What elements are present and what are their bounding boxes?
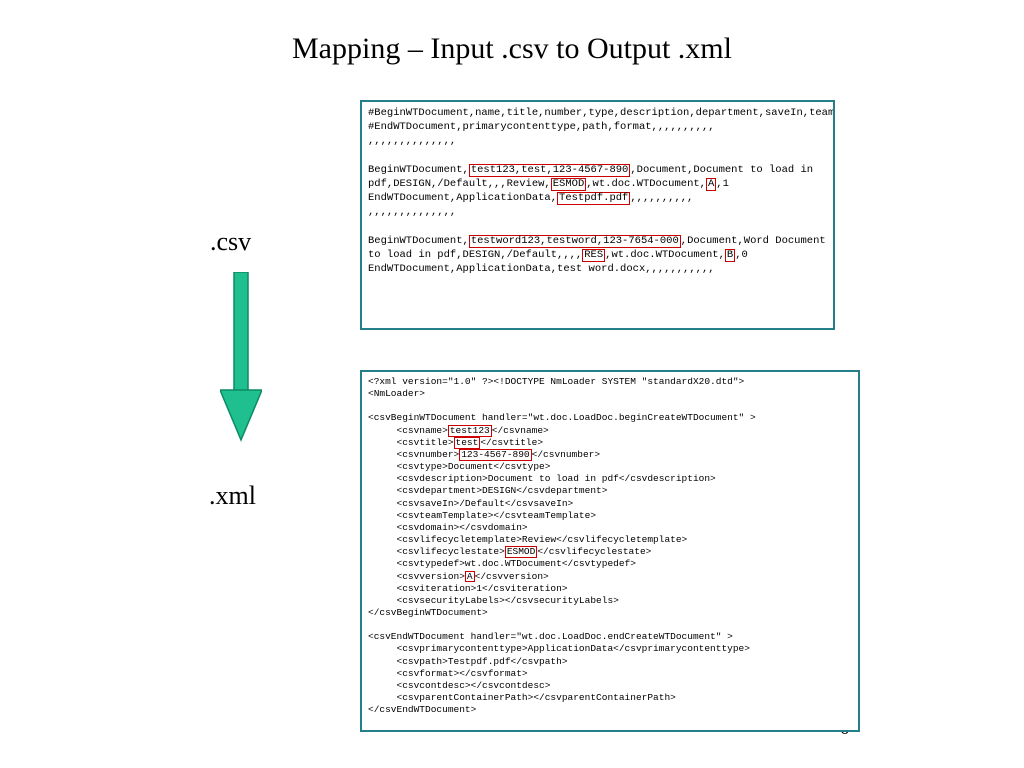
csv-content-box: #BeginWTDocument,name,title,number,type,… (360, 100, 835, 330)
xml-title-b: </csvtitle> (480, 437, 543, 448)
xml-name-b: </csvname> (492, 425, 549, 436)
xml-number-b: </csvnumber> (532, 449, 600, 460)
xml-desc: <csvdescription>Document to load in pdf<… (368, 473, 716, 484)
xml-label: .xml (209, 481, 256, 511)
xml-end-open: <csvEndWTDocument handler="wt.doc.LoadDo… (368, 631, 733, 642)
csv-rec2-hl3: B (725, 249, 735, 262)
xml-decl: <?xml version="1.0" ?><!DOCTYPE NmLoader… (368, 376, 744, 387)
xml-number-a: <csvnumber> (368, 449, 459, 460)
slide-title: Mapping – Input .csv to Output .xml (0, 32, 1024, 66)
xml-end-close: </csvEndWTDocument> (368, 704, 476, 715)
csv-rec1-hl1: test123,test,123-4567-890 (469, 164, 631, 177)
xml-ver-b: </csvversion> (475, 571, 549, 582)
xml-dept: <csvdepartment>DESIGN</csvdepartment> (368, 485, 607, 496)
csv-rec1-prefix: BeginWTDocument, (368, 164, 469, 176)
xml-begin-open: <csvBeginWTDocument handler="wt.doc.Load… (368, 412, 756, 423)
xml-ver-hl: A (465, 571, 475, 583)
xml-parent: <csvparentContainerPath></csvparentConta… (368, 692, 676, 703)
xml-content-box: <?xml version="1.0" ?><!DOCTYPE NmLoader… (360, 370, 860, 732)
xml-typedef: <csvtypedef>wt.doc.WTDocument</csvtypede… (368, 558, 636, 569)
csv-rec2-end: EndWTDocument,ApplicationData,test word.… (368, 263, 715, 275)
xml-root-open: <NmLoader> (368, 388, 425, 399)
csv-rec2-mid2: ,wt.doc.WTDocument, (605, 249, 725, 261)
xml-domain: <csvdomain></csvdomain> (368, 522, 528, 533)
csv-rec1-mid3: ,1 (716, 178, 729, 190)
xml-lcs-b: </csvlifecyclestate> (537, 546, 651, 557)
xml-lct: <csvlifecycletemplate>Review</csvlifecyc… (368, 534, 687, 545)
xml-type: <csvtype>Document</csvtype> (368, 461, 550, 472)
csv-rec2-hl2: RES (582, 249, 605, 262)
xml-team: <csvteamTemplate></csvteamTemplate> (368, 510, 596, 521)
csv-sep1: ,,,,,,,,,,,,,, (368, 135, 456, 147)
csv-rec1-end-b: ,,,,,,,,,, (630, 192, 693, 204)
xml-contdesc: <csvcontdesc></csvcontdesc> (368, 680, 550, 691)
csv-rec2-prefix: BeginWTDocument, (368, 235, 469, 247)
csv-rec1-hl2: ESMOD (551, 178, 587, 191)
csv-rec1-hl4: Testpdf.pdf (557, 192, 630, 205)
xml-ver-a: <csvversion> (368, 571, 465, 582)
xml-path: <csvpath>Testpdf.pdf</csvpath> (368, 656, 568, 667)
csv-rec1-hl3: A (706, 178, 716, 191)
csv-header2: #EndWTDocument,primarycontenttype,path,f… (368, 121, 715, 133)
xml-name-a: <csvname> (368, 425, 448, 436)
xml-format: <csvformat></csvformat> (368, 668, 528, 679)
xml-title-hl: test (454, 437, 481, 449)
xml-name-hl: test123 (448, 425, 492, 437)
csv-rec1-mid2: ,wt.doc.WTDocument, (586, 178, 706, 190)
csv-header1: #BeginWTDocument,name,title,number,type,… (368, 106, 827, 120)
csv-rec2-mid3: ,0 (735, 249, 748, 261)
xml-begin-close: </csvBeginWTDocument> (368, 607, 488, 618)
xml-number-hl: 123-4567-890 (459, 449, 531, 461)
xml-sec: <csvsecurityLabels></csvsecurityLabels> (368, 595, 619, 606)
csv-label: .csv (210, 227, 251, 257)
xml-savein: <csvsaveIn>/Default</csvsaveIn> (368, 498, 573, 509)
down-arrow-icon (220, 272, 262, 442)
csv-sep2: ,,,,,,,,,,,,,, (368, 206, 456, 218)
csv-rec1-end-a: EndWTDocument,ApplicationData, (368, 192, 557, 204)
csv-rec2-hl1: testword123,testword,123-7654-000 (469, 235, 681, 248)
xml-lcs-hl: ESMOD (505, 546, 538, 558)
xml-pct: <csvprimarycontenttype>ApplicationData</… (368, 643, 750, 654)
xml-title-a: <csvtitle> (368, 437, 454, 448)
xml-iter: <csviteration>1</csviteration> (368, 583, 568, 594)
xml-lcs-a: <csvlifecyclestate> (368, 546, 505, 557)
